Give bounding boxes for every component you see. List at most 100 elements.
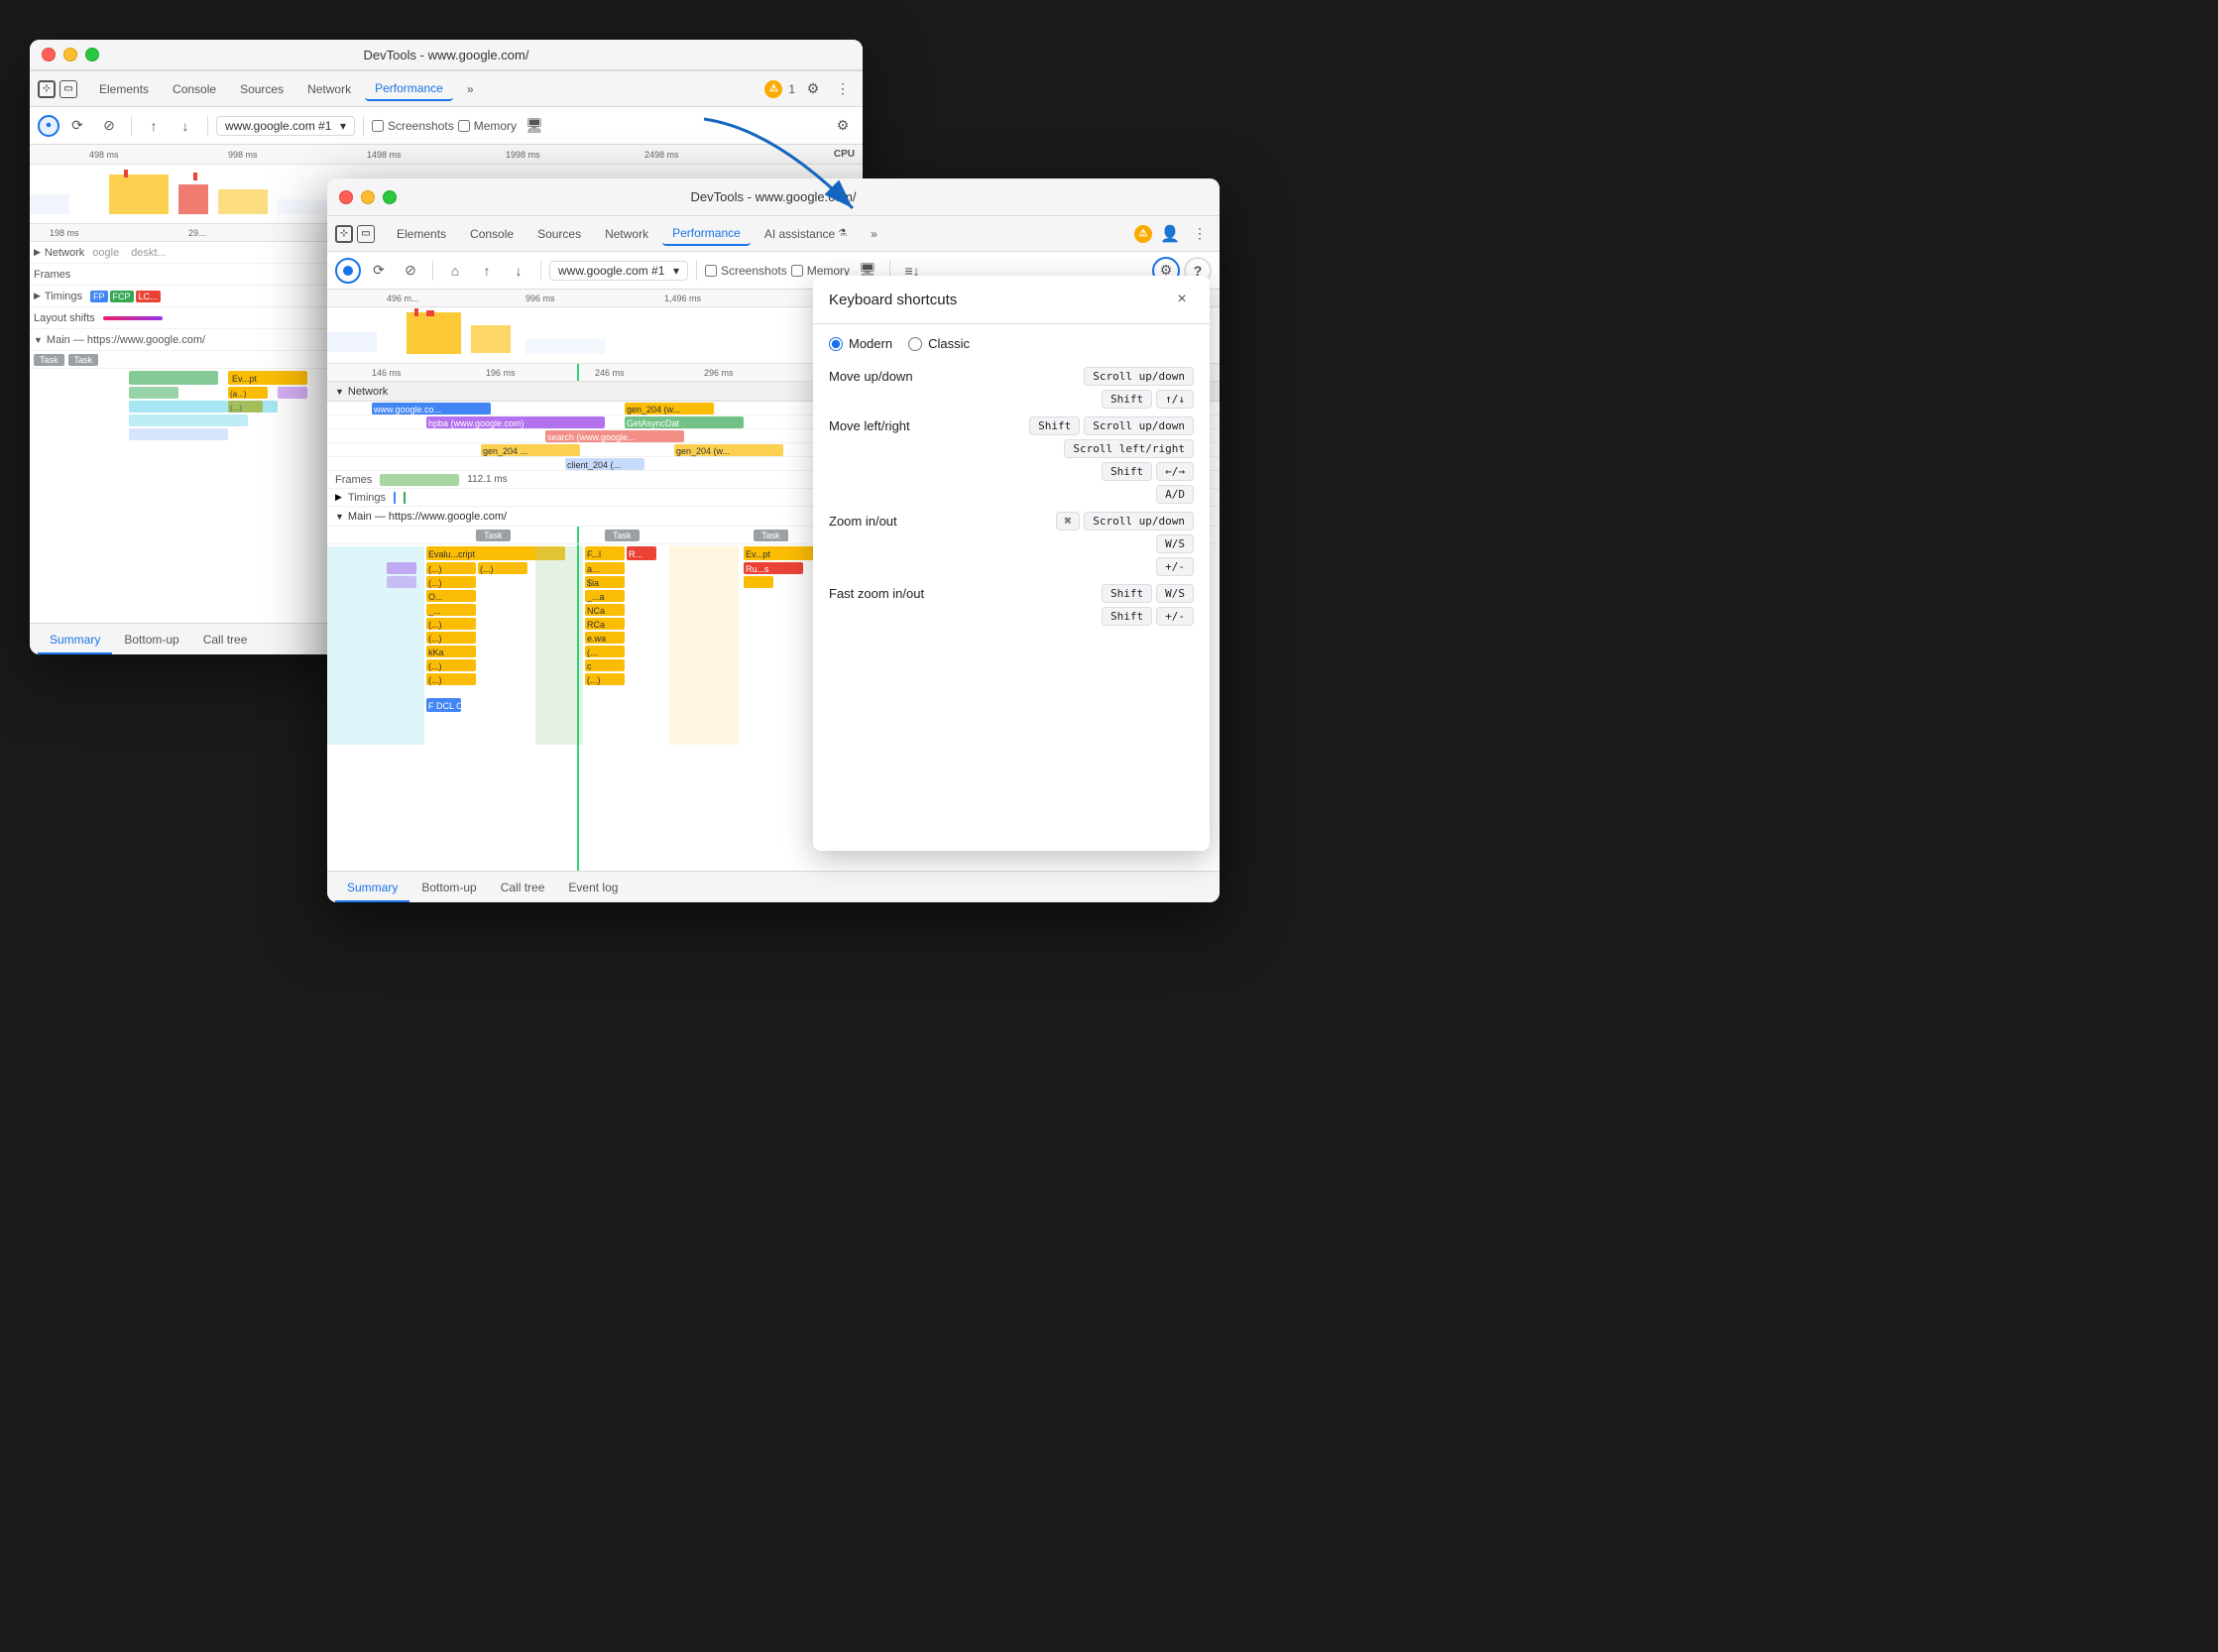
network-arrow-bg[interactable]: ▶ (34, 247, 41, 258)
bg-titlebar: DevTools - www.google.com/ (30, 40, 863, 71)
user-icon-fg[interactable]: 👤 (1158, 222, 1182, 246)
traffic-light-yellow[interactable] (63, 48, 77, 61)
url-selector-bg[interactable]: www.google.com #1 ▾ (216, 116, 355, 136)
tab-ai-fg[interactable]: AI assistance ⚗ (755, 223, 857, 245)
svg-text:hpba (www.google.com): hpba (www.google.com) (428, 418, 525, 428)
tab-sources-fg[interactable]: Sources (527, 223, 591, 245)
upload-btn-bg[interactable]: ↑ (140, 112, 168, 140)
classic-radio[interactable]: Classic (908, 336, 970, 351)
tab-network-fg[interactable]: Network (595, 223, 658, 245)
tab-performance-fg[interactable]: Performance (662, 222, 751, 246)
combo-ad: A/D (1156, 485, 1194, 504)
frames-label-bg: Frames (34, 269, 70, 281)
key-scroll-lr: Scroll left/right (1064, 439, 1194, 458)
reload-record-btn-bg[interactable]: ⟳ (63, 112, 91, 140)
device-toggle-icon[interactable]: ▭ (59, 80, 77, 98)
tab-elements-fg[interactable]: Elements (387, 223, 456, 245)
flame-cursor-fg (577, 544, 579, 871)
bottom-up-tab-fg[interactable]: Bottom-up (409, 877, 488, 902)
modern-radio[interactable]: Modern (829, 336, 892, 351)
call-tree-tab-fg[interactable]: Call tree (489, 877, 557, 902)
tab-console-bg[interactable]: Console (163, 78, 226, 100)
svg-text:(...): (...) (480, 564, 494, 574)
clear-btn-fg[interactable]: ⊘ (397, 257, 424, 285)
main-arrow-fg[interactable]: ▼ (335, 512, 344, 522)
tab-more-fg[interactable]: » (861, 223, 887, 245)
move-updown-keys: Scroll up/down Shift ↑/↓ (1084, 367, 1194, 409)
timings-arrow-fg[interactable]: ▶ (335, 492, 342, 503)
svg-text:_...: _... (427, 606, 441, 616)
task-bar-2: Task (68, 354, 99, 366)
record-btn-bg[interactable]: ⏺ (38, 115, 59, 137)
main-arrow-bg[interactable]: ▼ (34, 335, 43, 345)
main-label-bg: Main — https://www.google.com/ (47, 334, 205, 346)
svg-text:(...): (...) (428, 661, 442, 671)
call-tree-tab-bg[interactable]: Call tree (191, 629, 260, 654)
download-btn-bg[interactable]: ↓ (172, 112, 199, 140)
perf-settings-icon-bg[interactable]: ⚙ (831, 114, 855, 138)
tab-sources-bg[interactable]: Sources (230, 78, 293, 100)
upload-btn-fg[interactable]: ↑ (473, 257, 501, 285)
svg-text:Ru...s: Ru...s (746, 564, 769, 574)
summary-tab-fg[interactable]: Summary (335, 877, 409, 902)
keyboard-shortcuts-panel: Keyboard shortcuts × Modern Classic Move… (813, 276, 1210, 851)
time-label-1998: 1998 ms (506, 150, 540, 160)
shortcuts-header: Keyboard shortcuts × (813, 276, 1210, 324)
clear-btn-bg[interactable]: ⊘ (95, 112, 123, 140)
more-icon-bg[interactable]: ⋮ (831, 77, 855, 101)
shortcuts-close-btn[interactable]: × (1170, 288, 1194, 311)
summary-tab-bg[interactable]: Summary (38, 629, 112, 654)
time-label-1498: 1498 ms (367, 150, 402, 160)
key-scroll-zoom: Scroll up/down (1084, 512, 1194, 531)
svg-text:O...: O... (428, 592, 443, 602)
fg-tab-bar: ⊹ ▭ Elements Console Sources Network Per… (327, 216, 1220, 252)
inspect-element-icon[interactable]: ⊹ (38, 80, 56, 98)
combo-plusminus: +/- (1156, 557, 1194, 576)
frames-value-fg: 112.1 ms (467, 474, 507, 485)
url-selector-fg[interactable]: www.google.com #1 ▾ (549, 261, 688, 281)
timings-arrow-bg[interactable]: ▶ (34, 291, 41, 301)
settings-icon-bg[interactable]: ⚙ (801, 77, 825, 101)
tab-console-fg[interactable]: Console (460, 223, 524, 245)
traffic-light-green[interactable] (85, 48, 99, 61)
time-label-498: 498 ms (89, 150, 119, 160)
screenshots-checkbox-fg[interactable]: Screenshots (705, 264, 787, 278)
tab-performance-bg[interactable]: Performance (365, 77, 453, 101)
tab-more-bg[interactable]: » (457, 78, 484, 100)
shortcuts-body: Modern Classic Move up/down Scroll up/do… (813, 324, 1210, 646)
record-btn-fg[interactable] (335, 258, 361, 284)
key-plusminus: +/- (1156, 557, 1194, 576)
key-arrows-1: ↑/↓ (1156, 390, 1194, 409)
memory-checkbox-bg[interactable]: Memory (458, 119, 517, 133)
network-expand-fg[interactable]: ▼ (335, 387, 344, 397)
layout-shifts-label-bg: Layout shifts (34, 312, 95, 324)
combo-shift-arrows: Shift ↑/↓ (1102, 390, 1194, 409)
traffic-light-red-fg[interactable] (339, 190, 353, 204)
key-cmd: ⌘ (1056, 512, 1081, 531)
ai-icon: ⚗ (838, 228, 847, 239)
bg-window-title: DevTools - www.google.com/ (364, 48, 529, 62)
inspect-element-icon-fg[interactable]: ⊹ (335, 225, 353, 243)
event-log-tab-fg[interactable]: Event log (556, 877, 630, 902)
traffic-light-green-fg[interactable] (383, 190, 397, 204)
device-toggle-icon-fg[interactable]: ▭ (357, 225, 375, 243)
screenshots-checkbox-bg[interactable]: Screenshots (372, 119, 454, 133)
network-label-bg: Network (45, 247, 84, 259)
fg-window-title: DevTools - www.google.com/ (691, 189, 857, 204)
tab-elements-bg[interactable]: Elements (89, 78, 159, 100)
traffic-light-yellow-fg[interactable] (361, 190, 375, 204)
bottom-up-tab-bg[interactable]: Bottom-up (112, 629, 190, 654)
timeline-cursor-fg (577, 364, 579, 381)
capture-icon-bg[interactable]: 🖥 (521, 112, 548, 140)
combo-shift-ws: Shift W/S (1102, 584, 1194, 603)
shortcut-move-leftright: Move left/right Shift Scroll up/down Scr… (829, 416, 1194, 504)
task-1-fg: Task (476, 530, 511, 541)
fast-zoom-keys: Shift W/S Shift +/- (1102, 584, 1194, 626)
download-btn-fg[interactable]: ↓ (505, 257, 532, 285)
home-btn-fg[interactable]: ⌂ (441, 257, 469, 285)
reload-record-btn-fg[interactable]: ⟳ (365, 257, 393, 285)
tab-network-bg[interactable]: Network (297, 78, 361, 100)
traffic-light-red[interactable] (42, 48, 56, 61)
svg-text:kKa: kKa (428, 648, 444, 657)
more-icon-fg[interactable]: ⋮ (1188, 222, 1212, 246)
